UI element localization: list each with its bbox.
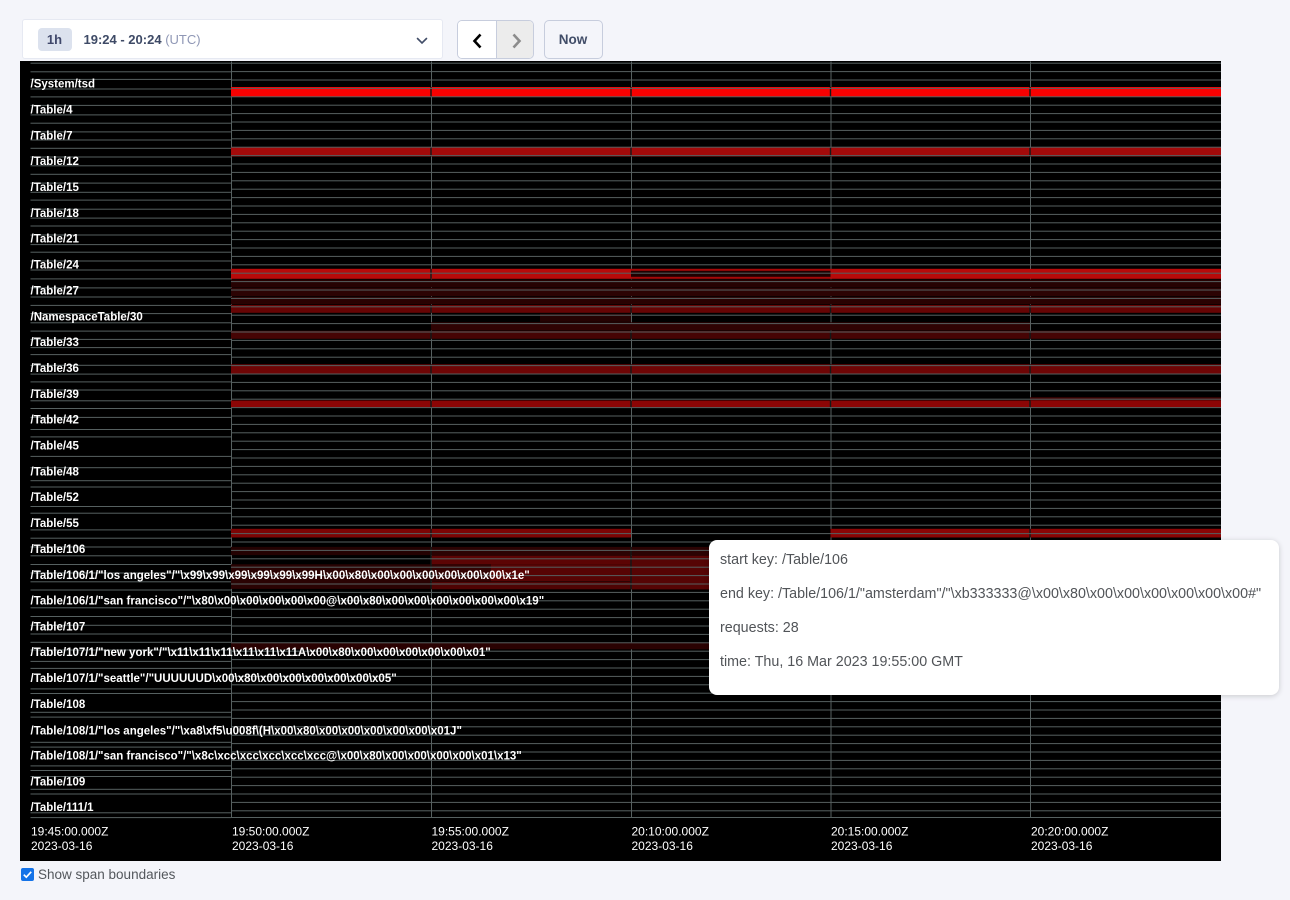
svg-text:/Table/36: /Table/36 (31, 362, 79, 374)
svg-text:2023-03-16: 2023-03-16 (31, 839, 93, 853)
svg-text:20:10:00.000Z: 20:10:00.000Z (632, 824, 709, 838)
svg-text:2023-03-16: 2023-03-16 (432, 839, 494, 853)
svg-text:20:15:00.000Z: 20:15:00.000Z (831, 824, 908, 838)
svg-text:/System/tsd: /System/tsd (31, 78, 96, 90)
svg-text:/Table/52: /Table/52 (31, 492, 79, 504)
svg-text:/Table/18: /Table/18 (31, 207, 80, 219)
svg-text:/Table/48: /Table/48 (31, 466, 80, 478)
svg-text:/Table/12: /Table/12 (31, 156, 79, 168)
svg-text:19:45:00.000Z: 19:45:00.000Z (31, 824, 108, 838)
svg-text:/Table/107/1/"seattle"/"UUUUUU: /Table/107/1/"seattle"/"UUUUUUD\x00\x80\… (31, 673, 397, 685)
svg-text:2023-03-16: 2023-03-16 (831, 839, 893, 853)
svg-text:/Table/24: /Table/24 (31, 259, 80, 271)
svg-text:19:55:00.000Z: 19:55:00.000Z (432, 824, 509, 838)
svg-text:/NamespaceTable/30: /NamespaceTable/30 (31, 311, 143, 323)
svg-text:/Table/4: /Table/4 (31, 104, 74, 116)
svg-text:/Table/39: /Table/39 (31, 388, 79, 400)
svg-text:2023-03-16: 2023-03-16 (1031, 839, 1093, 853)
svg-text:/Table/106/1/"san francisco"/": /Table/106/1/"san francisco"/"\x80\x00\x… (31, 595, 545, 607)
svg-text:2023-03-16: 2023-03-16 (232, 839, 294, 853)
svg-text:/Table/42: /Table/42 (31, 414, 79, 426)
svg-text:/Table/7: /Table/7 (31, 130, 73, 142)
svg-text:2023-03-16: 2023-03-16 (632, 839, 694, 853)
svg-text:/Table/106: /Table/106 (31, 543, 86, 555)
svg-text:/Table/21: /Table/21 (31, 233, 80, 245)
svg-text:/Table/107/1/"new york"/"\x11\: /Table/107/1/"new york"/"\x11\x11\x11\x1… (31, 647, 491, 659)
svg-text:/Table/55: /Table/55 (31, 518, 80, 530)
svg-text:/Table/108/1/"los angeles"/"\x: /Table/108/1/"los angeles"/"\xa8\xf5\u00… (31, 725, 462, 737)
svg-text:/Table/111/1: /Table/111/1 (31, 802, 95, 814)
svg-text:/Table/106/1/"los angeles"/"\x: /Table/106/1/"los angeles"/"\x99\x99\x99… (31, 570, 530, 582)
svg-text:/Table/45: /Table/45 (31, 440, 80, 452)
svg-text:19:50:00.000Z: 19:50:00.000Z (232, 824, 309, 838)
svg-text:/Table/33: /Table/33 (31, 337, 79, 349)
svg-text:/Table/15: /Table/15 (31, 182, 80, 194)
svg-text:/Table/107: /Table/107 (31, 621, 86, 633)
svg-text:/Table/108/1/"san francisco"/": /Table/108/1/"san francisco"/"\x8c\xcc\x… (31, 750, 522, 762)
svg-text:/Table/108: /Table/108 (31, 698, 86, 710)
svg-text:20:20:00.000Z: 20:20:00.000Z (1031, 824, 1108, 838)
svg-text:/Table/27: /Table/27 (31, 285, 79, 297)
svg-text:/Table/109: /Table/109 (31, 776, 86, 788)
